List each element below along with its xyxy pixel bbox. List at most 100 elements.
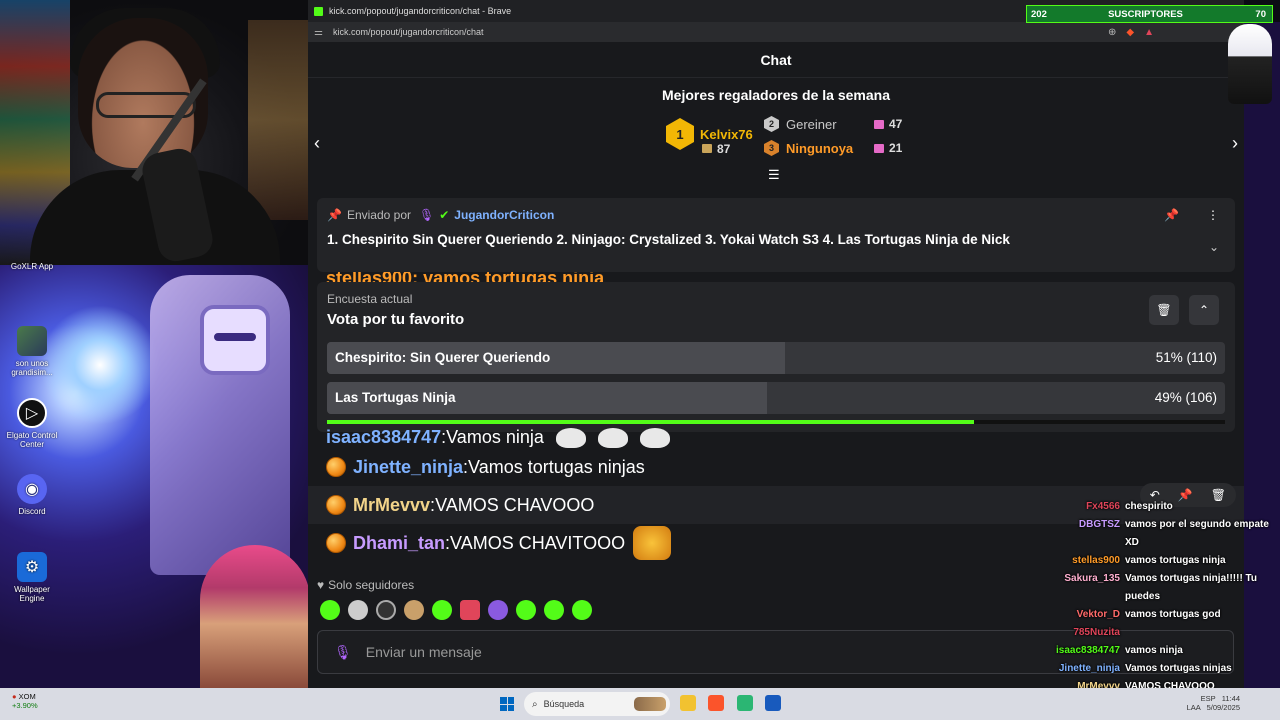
subscriber-label: SUSCRIPTORES bbox=[1108, 8, 1183, 20]
desktop-icon-discord[interactable]: ◉ Discord bbox=[4, 474, 60, 516]
poll-option-text: Las Tortugas Ninja bbox=[335, 390, 456, 405]
desktop-icon-label: Wallpaper Engine bbox=[14, 585, 50, 603]
pinned-text: 1. Chespirito Sin Querer Queriendo 2. Ni… bbox=[327, 232, 1010, 247]
gifter-name[interactable]: Ningunoya bbox=[786, 141, 853, 156]
emote-button[interactable] bbox=[348, 600, 368, 620]
chat-message[interactable]: Jinette_ninja: Vamos tortugas ninjas bbox=[308, 448, 1244, 486]
emote bbox=[555, 428, 586, 448]
emote bbox=[633, 526, 672, 560]
brave-shield-icon[interactable]: ◆ bbox=[1126, 27, 1134, 38]
chevron-right-icon[interactable]: › bbox=[1232, 133, 1238, 154]
gifter-name[interactable]: Kelvix76 bbox=[700, 127, 753, 142]
poll-option[interactable]: Las Tortugas Ninja 49% (106) bbox=[327, 382, 1225, 414]
webcam-feed bbox=[0, 0, 308, 265]
overlay-chat-row: Sakura_135 Vamos tortugas ninja!!!!! Tu p… bbox=[1064, 573, 1258, 602]
file-explorer-icon[interactable] bbox=[680, 695, 696, 711]
followers-only-label: Solo seguidores bbox=[328, 578, 415, 592]
poll-option-percent: 51% (110) bbox=[1155, 350, 1217, 365]
trash-icon: 🗑 bbox=[1156, 303, 1172, 317]
pinned-by-label: Enviado por bbox=[346, 208, 411, 222]
dragonball-badge-icon bbox=[326, 533, 346, 553]
pinned-user[interactable]: JugandorCriticon bbox=[454, 208, 554, 222]
unpin-icon[interactable]: 📌 bbox=[1164, 208, 1179, 222]
emote-button[interactable] bbox=[320, 600, 340, 620]
chevron-left-icon[interactable]: ‹ bbox=[314, 133, 320, 154]
overlay-chat-row: Jinette_ninja Vamos tortugas ninjas bbox=[1058, 663, 1232, 674]
gifters-title: Mejores regaladores de la semana bbox=[662, 87, 890, 103]
poll-option-percent: 49% (106) bbox=[1154, 390, 1217, 405]
address-bar[interactable]: ⚌ kick.com/popout/jugandorcriticon/chat … bbox=[308, 22, 1244, 42]
window-title: kick.com/popout/jugandorcriticon/chat - … bbox=[329, 6, 512, 16]
overlay-chat-feed: Fx4566 chespirito DBGTSZ vamos por el segu… bbox=[1000, 498, 1280, 696]
gifter-name[interactable]: Gereiner bbox=[786, 117, 837, 132]
gifters-leaderboard: ‹ › 1 Kelvix76 87 2 Gereiner 47 3 Ningun… bbox=[308, 103, 1244, 183]
dragonball-badge-icon bbox=[326, 495, 346, 515]
desktop-icon-label: GoXLR App bbox=[10, 262, 54, 271]
desktop-icon-goxlr[interactable]: GoXLR App bbox=[4, 262, 60, 271]
zoom-icon[interactable]: ⊕ bbox=[1108, 27, 1116, 38]
wallpaper-character bbox=[200, 545, 308, 688]
pinned-by: 📌 Enviado por 🎙 ✔ JugandorCriticon bbox=[327, 208, 1225, 222]
emote-button[interactable] bbox=[432, 600, 452, 620]
chat-message[interactable]: isaac8384747: Vamos ninja bbox=[308, 422, 1244, 448]
desktop-icon-label: son unos grandisim... bbox=[11, 359, 53, 377]
gift-icon bbox=[702, 144, 712, 153]
emote-button[interactable] bbox=[572, 600, 592, 620]
more-options-icon[interactable]: ⋮ bbox=[1207, 208, 1219, 222]
wallpaper-engine-icon: ⚙ bbox=[17, 552, 47, 582]
verified-icon: ✔ bbox=[439, 208, 450, 222]
rank-badge-bronze: 3 bbox=[764, 140, 779, 156]
emote-button[interactable] bbox=[404, 600, 424, 620]
rewards-icon[interactable]: ▲ bbox=[1144, 27, 1154, 38]
poll-option[interactable]: Chespirito: Sin Querer Queriendo 51% (11… bbox=[327, 342, 1225, 374]
gift-icon bbox=[874, 119, 884, 129]
windows-start-icon[interactable] bbox=[500, 697, 514, 711]
desktop-icon-wallpaper-engine[interactable]: ⚙ Wallpaper Engine bbox=[4, 552, 60, 603]
delete-poll-button[interactable]: 🗑 bbox=[1149, 295, 1179, 325]
pinned-message: 📌 Enviado por 🎙 ✔ JugandorCriticon 1. Ch… bbox=[317, 198, 1235, 272]
system-tray[interactable]: ESP 11:44 LAA 5/09/2025 bbox=[1187, 694, 1240, 712]
taskbar-search[interactable]: ⌕ Búsqueda bbox=[524, 692, 670, 716]
overlay-chat-row: Vektor_D vamos tortugas god bbox=[1076, 609, 1221, 620]
chat-text: Vamos ninja bbox=[446, 427, 544, 447]
emote-button[interactable] bbox=[460, 600, 480, 620]
elgato-icon: ▷ bbox=[17, 398, 47, 428]
chat-text: VAMOS CHAVOOO bbox=[435, 494, 595, 515]
emote-button[interactable] bbox=[376, 600, 396, 620]
collapse-poll-button[interactable]: ⌃ bbox=[1189, 295, 1219, 325]
app-icon[interactable] bbox=[737, 695, 753, 711]
overlay-chat-row: 785Nuzita bbox=[1073, 627, 1120, 638]
subscriber-goal-value: 70 bbox=[1255, 8, 1266, 20]
desktop-icon-folder[interactable]: son unos grandisim... bbox=[4, 326, 60, 377]
gifter-third: 3 Ningunoya 21 bbox=[764, 140, 902, 156]
emote-button[interactable] bbox=[544, 600, 564, 620]
gifter-first: 1 Kelvix76 87 bbox=[666, 118, 753, 156]
desktop-icon-label: Discord bbox=[18, 507, 46, 516]
word-icon[interactable] bbox=[765, 695, 781, 711]
stock-widget[interactable]: ● XOM +3.90% bbox=[12, 692, 38, 710]
chat-username[interactable]: MrMevvv bbox=[353, 495, 430, 516]
overlay-chat-row: stellas900 vamos tortugas ninja bbox=[1072, 555, 1226, 566]
stock-ticker: XOM bbox=[18, 692, 36, 701]
scroll-down-icon[interactable]: ☰ bbox=[768, 167, 780, 183]
brave-browser-icon[interactable] bbox=[708, 695, 724, 711]
gifter-count: 47 bbox=[874, 117, 902, 131]
url-text[interactable]: kick.com/popout/jugandorcriticon/chat bbox=[333, 27, 484, 37]
chibi-character bbox=[1228, 24, 1272, 104]
site-settings-icon[interactable]: ⚌ bbox=[314, 27, 323, 38]
microphone-icon: 🎙 bbox=[334, 643, 352, 660]
emote-button[interactable] bbox=[516, 600, 536, 620]
chat-username[interactable]: isaac8384747 bbox=[326, 427, 441, 448]
chat-input[interactable] bbox=[365, 644, 966, 660]
rank-badge-gold: 1 bbox=[666, 118, 694, 150]
emote-button[interactable] bbox=[488, 600, 508, 620]
toolbar-icons: ⊕ ◆ ▲ bbox=[1108, 27, 1244, 38]
chevron-down-icon[interactable]: ⌄ bbox=[1209, 240, 1219, 254]
heart-icon: ♥ bbox=[317, 578, 325, 592]
poll-question: Vota por tu favorito bbox=[327, 311, 465, 328]
gifter-count: 21 bbox=[874, 141, 902, 155]
chat-username[interactable]: Dhami_tan bbox=[353, 533, 445, 554]
desktop-icon-elgato[interactable]: ▷ Elgato Control Center bbox=[4, 398, 60, 449]
gifter-second: 2 Gereiner 47 bbox=[764, 116, 902, 132]
chat-username[interactable]: Jinette_ninja bbox=[353, 457, 463, 478]
